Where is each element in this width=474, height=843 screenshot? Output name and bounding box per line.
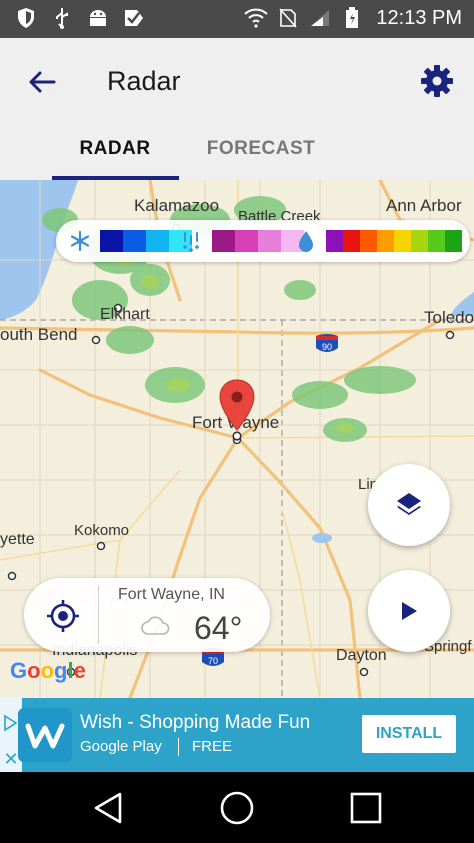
legend-swatch: [235, 230, 258, 252]
ad-banner[interactable]: ✕ Wish - Shopping Made Fun Google Play F…: [0, 698, 474, 772]
my-location-button[interactable]: [42, 595, 84, 637]
legend-swatch: [258, 230, 281, 252]
temperature: 64°: [194, 610, 243, 646]
location-card[interactable]: Fort Wayne, IN 64°: [24, 578, 270, 652]
svg-text:90: 90: [322, 342, 332, 352]
legend-swatch: [428, 230, 445, 252]
mix-swatches: [212, 230, 304, 252]
wish-logo: [18, 708, 72, 762]
gear-icon: [421, 65, 453, 97]
tab-radar[interactable]: RADAR: [52, 138, 178, 180]
radar-map[interactable]: INDIANA 90: [0, 180, 474, 698]
map-label: Toledo: [424, 308, 474, 327]
raindrop-icon: [294, 229, 318, 253]
svg-text:70: 70: [208, 656, 218, 666]
legend-swatch: [445, 230, 462, 252]
snow-swatches: [100, 230, 192, 252]
ad-store: Google Play: [80, 738, 162, 755]
ad-price: FREE: [192, 738, 233, 755]
cloud-icon: [140, 614, 170, 636]
status-bar: 12:13 PM: [0, 0, 474, 38]
legend-swatch: [123, 230, 146, 252]
legend-swatch: [411, 230, 428, 252]
ad-separator: [178, 738, 179, 756]
play-icon: [402, 602, 417, 620]
legend-swatch: [326, 230, 343, 252]
rain-swatches: [326, 230, 462, 252]
map-label: Kalamazoo: [134, 196, 220, 215]
legend-swatch: [146, 230, 169, 252]
home-circle-icon[interactable]: [217, 788, 257, 828]
location-name: Fort Wayne, IN: [118, 586, 225, 603]
shield-icon: [14, 6, 38, 30]
play-button[interactable]: [368, 570, 450, 652]
map-label: Ann Arbor: [386, 196, 462, 215]
snowflake-icon: [68, 229, 92, 253]
legend-swatch: [343, 230, 360, 252]
legend-swatch: [360, 230, 377, 252]
legend-swatch: [212, 230, 235, 252]
legend-swatch: [377, 230, 394, 252]
layers-icon: [397, 493, 421, 515]
back-triangle-icon[interactable]: [88, 788, 128, 828]
no-sim-icon: [276, 6, 300, 30]
ad-install-button[interactable]: INSTALL: [362, 715, 456, 753]
settings-button[interactable]: [414, 58, 460, 104]
map-label: Elkhart: [100, 306, 150, 323]
arrow-back-icon: [29, 71, 56, 93]
google-logo: Google: [10, 658, 86, 683]
signal-icon: [308, 6, 332, 30]
map-label: outh Bend: [0, 325, 78, 344]
map-label: Dayton: [336, 647, 387, 664]
android-icon: [86, 6, 110, 30]
back-button[interactable]: [20, 60, 64, 104]
legend-swatch: [394, 230, 411, 252]
precip-legend: [56, 220, 470, 262]
check-icon: [122, 6, 146, 30]
status-time: 12:13 PM: [376, 6, 462, 29]
recents-square-icon[interactable]: [346, 788, 386, 828]
my-location-icon: [47, 600, 79, 632]
card-divider: [98, 586, 99, 644]
page-title: Radar: [107, 66, 181, 96]
wifi-icon: [244, 6, 269, 30]
map-label: Kokomo: [74, 522, 130, 539]
usb-icon: [50, 6, 74, 30]
app-bar: Radar RADAR FORECAST: [0, 38, 474, 180]
layers-button[interactable]: [368, 464, 450, 546]
battery-icon: [340, 6, 364, 30]
tab-forecast[interactable]: FORECAST: [196, 138, 326, 180]
map-label: yette: [0, 531, 35, 548]
nav-bar: [0, 772, 474, 843]
location-pin-icon[interactable]: [218, 378, 256, 442]
legend-swatch: [100, 230, 123, 252]
ad-title: Wish - Shopping Made Fun: [80, 712, 311, 733]
mixed-precip-icon: [180, 229, 204, 253]
